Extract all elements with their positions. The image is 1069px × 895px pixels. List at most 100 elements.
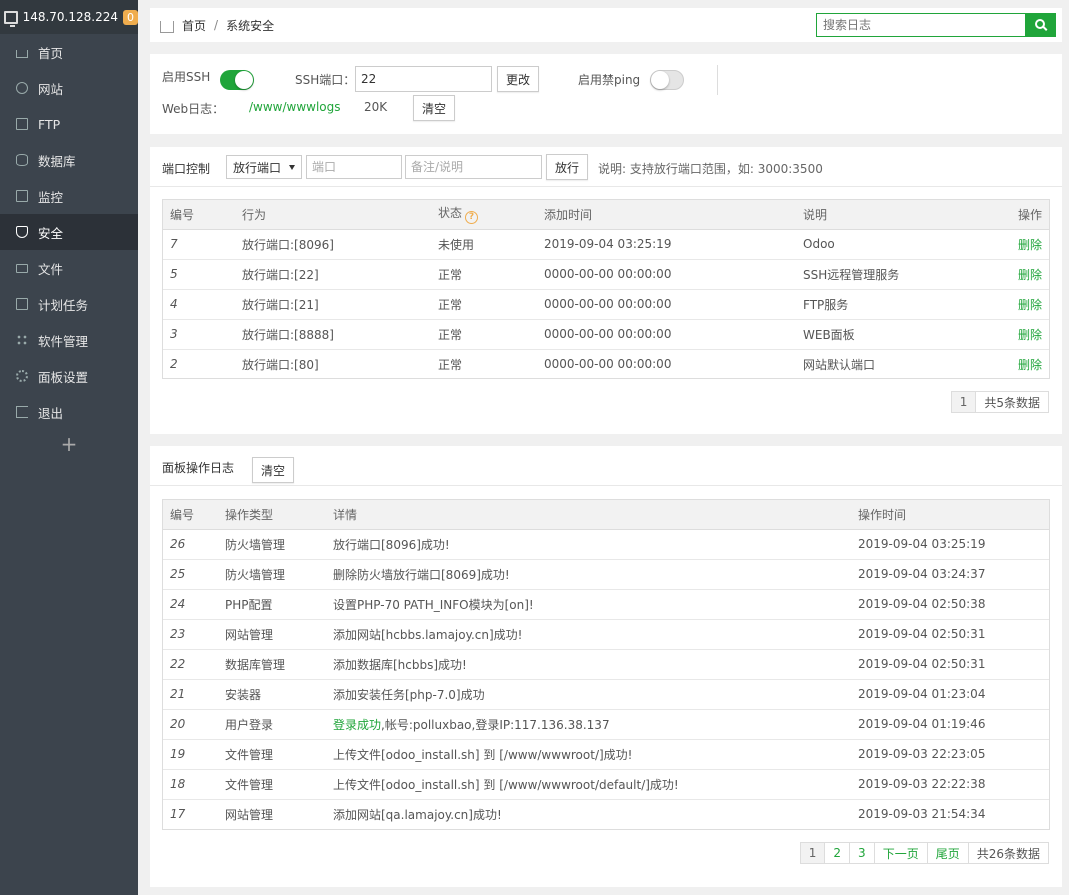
row-detail: 上传文件[odoo_install.sh] 到 [/www/wwwroot/]成… bbox=[326, 739, 851, 770]
sidebar-item-database[interactable]: 数据库 bbox=[0, 142, 138, 178]
add-shortcut-button[interactable]: + bbox=[0, 432, 138, 456]
row-time: 0000-00-00 00:00:00 bbox=[537, 319, 796, 350]
breadcrumb: 首页 / 系统安全 bbox=[150, 8, 1062, 42]
next-page-link[interactable]: 下一页 bbox=[874, 843, 928, 863]
breadcrumb-separator: / bbox=[214, 18, 219, 32]
row-detail: 放行端口[8096]成功! bbox=[326, 529, 851, 560]
sidebar-item-settings[interactable]: 面板设置 bbox=[0, 358, 138, 394]
sidebar-item-website[interactable]: 网站 bbox=[0, 70, 138, 106]
globe-icon bbox=[16, 82, 28, 94]
row-time: 2019-09-04 02:50:31 bbox=[851, 619, 1049, 650]
calendar-icon bbox=[16, 298, 28, 310]
page-number[interactable]: 1 bbox=[951, 392, 977, 412]
row-type: 数据库管理 bbox=[218, 649, 326, 680]
delete-link[interactable]: 删除 bbox=[976, 349, 1049, 379]
sidebar-item-cron[interactable]: 计划任务 bbox=[0, 286, 138, 322]
column-header: 操作类型 bbox=[218, 500, 326, 530]
sidebar-item-label: 数据库 bbox=[38, 153, 76, 169]
port-input[interactable] bbox=[306, 155, 402, 179]
sidebar-item-label: 安全 bbox=[38, 225, 64, 241]
change-port-button[interactable]: 更改 bbox=[497, 66, 540, 92]
weblog-size: 20K bbox=[364, 100, 388, 114]
search-input[interactable] bbox=[816, 13, 1026, 37]
last-page-link[interactable]: 尾页 bbox=[927, 843, 969, 863]
table-row: 5 放行端口:[22] 正常 0000-00-00 00:00:00 SSH远程… bbox=[163, 259, 1049, 290]
port-pager: 1 共5条数据 bbox=[950, 391, 1049, 413]
row-type: 网站管理 bbox=[225, 807, 274, 822]
clear-log-button[interactable]: 清空 bbox=[252, 457, 295, 483]
sidebar-item-software[interactable]: 软件管理 bbox=[0, 322, 138, 358]
row-id: 19 bbox=[163, 739, 218, 770]
table-row: 18 文件管理 上传文件[odoo_install.sh] 到 [/www/wwwr… bbox=[163, 769, 1049, 800]
delete-link[interactable]: 删除 bbox=[976, 259, 1049, 290]
allow-port-button[interactable]: 放行 bbox=[546, 154, 589, 180]
port-note-input[interactable] bbox=[405, 155, 542, 179]
sidebar-item-monitor[interactable]: 监控 bbox=[0, 178, 138, 214]
breadcrumb-home-link[interactable]: 首页 bbox=[182, 17, 206, 34]
delete-link[interactable]: 删除 bbox=[976, 229, 1049, 260]
row-time: 2019-09-04 03:25:19 bbox=[537, 229, 796, 260]
row-action: 放行端口:[8096] bbox=[235, 229, 431, 260]
column-header: 添加时间 bbox=[537, 200, 796, 230]
log-toolbar: 面板操作日志 清空 bbox=[150, 446, 1062, 486]
ftp-icon bbox=[16, 118, 28, 130]
sidebar-item-security[interactable]: 安全 bbox=[0, 214, 138, 250]
row-id: 21 bbox=[163, 679, 218, 710]
row-detail: 添加安装任务[php-7.0]成功 bbox=[326, 679, 851, 710]
row-time: 2019-09-04 03:25:19 bbox=[851, 529, 1049, 560]
total-count: 共5条数据 bbox=[976, 392, 1048, 412]
sidebar-item-label: 退出 bbox=[38, 405, 64, 421]
delete-link[interactable]: 删除 bbox=[976, 289, 1049, 320]
page-number[interactable]: 1 bbox=[800, 843, 826, 863]
table-row: 17 网站管理 添加网站[qa.lamajoy.cn]成功! 2019-09-03 2… bbox=[163, 799, 1049, 829]
row-time: 2019-09-03 22:23:05 bbox=[851, 739, 1049, 770]
row-desc: WEB面板 bbox=[796, 319, 976, 350]
port-control-title: 端口控制 bbox=[162, 162, 211, 176]
row-time: 2019-09-03 21:54:34 bbox=[858, 807, 986, 822]
ssh-port-input[interactable] bbox=[355, 66, 492, 92]
home-icon bbox=[16, 49, 28, 58]
log-pager: 1 2 3 下一页 尾页 共26条数据 bbox=[799, 842, 1049, 864]
clear-weblog-button[interactable]: 清空 bbox=[413, 95, 456, 121]
search-button[interactable] bbox=[1026, 13, 1056, 37]
row-type: PHP配置 bbox=[218, 589, 326, 620]
row-time: 0000-00-00 00:00:00 bbox=[537, 259, 796, 290]
page-number[interactable]: 2 bbox=[825, 843, 851, 863]
row-id: 25 bbox=[163, 559, 218, 590]
column-header: 状态? bbox=[431, 200, 537, 230]
sidebar-item-home[interactable]: 首页 bbox=[0, 34, 138, 70]
notification-badge[interactable]: 0 bbox=[123, 9, 138, 25]
logout-icon bbox=[16, 406, 28, 418]
row-time: 0000-00-00 00:00:00 bbox=[544, 357, 672, 372]
table-header: 编号 操作类型 详情 操作时间 bbox=[163, 500, 1049, 530]
row-type: 防火墙管理 bbox=[218, 559, 326, 590]
sidebar-item-label: FTP bbox=[38, 116, 61, 132]
delete-link[interactable]: 删除 bbox=[976, 319, 1049, 350]
row-time: 2019-09-03 22:22:38 bbox=[851, 769, 1049, 800]
log-search bbox=[816, 13, 1056, 37]
row-desc: Odoo bbox=[796, 229, 976, 260]
page-number[interactable]: 3 bbox=[850, 843, 875, 863]
help-icon[interactable]: ? bbox=[465, 211, 479, 225]
sidebar-item-ftp[interactable]: FTP bbox=[0, 106, 138, 142]
ping-toggle[interactable] bbox=[650, 70, 684, 90]
sidebar-item-logout[interactable]: 退出 bbox=[0, 394, 138, 430]
sidebar-nav: 首页 网站 FTP 数据库 监控 安全 文件 计划任务 软件管理 面板设置 退出 bbox=[0, 34, 138, 430]
divider bbox=[717, 65, 718, 95]
table-row: 7 放行端口:[8096] 未使用 2019-09-04 03:25:19 Od… bbox=[163, 229, 1049, 260]
row-detail: 添加数据库[hcbbs]成功! bbox=[326, 649, 851, 680]
row-action: 放行端口:[22] bbox=[235, 259, 431, 290]
port-action-select[interactable]: 放行端口 bbox=[226, 155, 302, 179]
row-status: 正常 bbox=[438, 357, 463, 372]
sidebar-item-files[interactable]: 文件 bbox=[0, 250, 138, 286]
weblog-path-link[interactable]: /www/wwwlogs bbox=[249, 100, 341, 114]
log-table: 编号 操作类型 详情 操作时间 26 防火墙管理 放行端口[8096]成功! 2019… bbox=[163, 500, 1049, 829]
ssh-toggle[interactable] bbox=[220, 70, 254, 90]
table-row: 26 防火墙管理 放行端口[8096]成功! 2019-09-04 03:25:19 bbox=[163, 529, 1049, 560]
row-id: 3 bbox=[163, 319, 235, 350]
row-status: 正常 bbox=[431, 259, 537, 290]
sidebar-item-label: 面板设置 bbox=[38, 369, 89, 385]
row-id: 24 bbox=[163, 589, 218, 620]
server-header: 148.70.128.224 0 bbox=[0, 0, 138, 34]
row-detail: 添加网站[hcbbs.lamajoy.cn]成功! bbox=[326, 619, 851, 650]
